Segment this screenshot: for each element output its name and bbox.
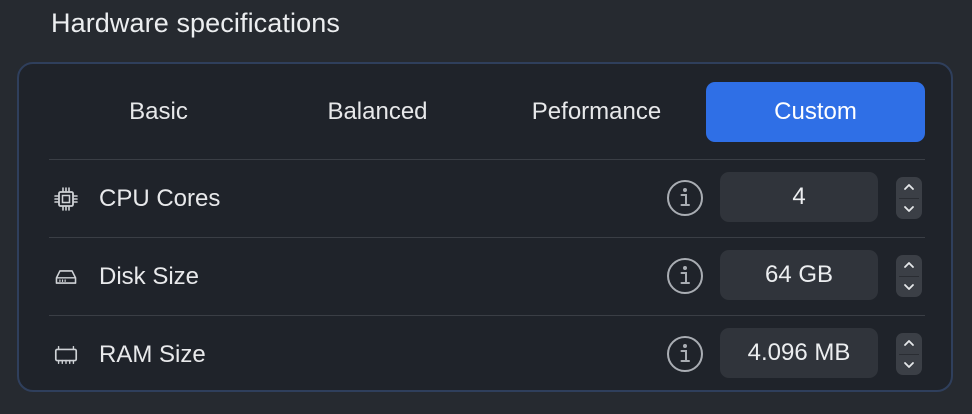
disk-size-decrement-button[interactable] [896, 277, 922, 298]
ram-size-decrement-button[interactable] [896, 355, 922, 376]
chevron-down-icon [904, 283, 914, 290]
ram-size-increment-button[interactable] [896, 333, 922, 354]
disk-icon [53, 264, 79, 290]
cpu-cores-increment-button[interactable] [896, 177, 922, 198]
preset-segmented-control: Basic Balanced Peformance Custom [49, 82, 925, 142]
chevron-down-icon [904, 361, 914, 368]
ram-size-row: RAM Size 4.096 MB [49, 315, 925, 393]
chevron-up-icon [904, 340, 914, 347]
ram-size-field[interactable]: 4.096 MB [720, 328, 878, 378]
memory-icon [53, 342, 79, 368]
disk-size-row: Disk Size 64 GB [49, 237, 925, 315]
cpu-cores-field[interactable]: 4 [720, 172, 878, 222]
disk-size-increment-button[interactable] [896, 255, 922, 276]
hardware-panel: Basic Balanced Peformance Custom CPU Cor… [17, 62, 953, 392]
section-title: Hardware specifications [51, 8, 340, 38]
preset-basic-button[interactable]: Basic [49, 82, 268, 142]
cpu-cores-label: CPU Cores [99, 184, 221, 212]
chevron-up-icon [904, 184, 914, 191]
disk-size-stepper [896, 255, 922, 297]
disk-info-icon[interactable] [665, 256, 705, 296]
chevron-down-icon [904, 205, 914, 212]
disk-size-field[interactable]: 64 GB [720, 250, 878, 300]
ram-size-label: RAM Size [99, 340, 206, 368]
ram-size-stepper [896, 333, 922, 375]
cpu-cores-row: CPU Cores 4 [49, 159, 925, 237]
cpu-info-icon[interactable] [665, 178, 705, 218]
cpu-icon [53, 186, 79, 212]
hardware-settings-page: Hardware specifications Basic Balanced P… [0, 0, 972, 414]
disk-size-label: Disk Size [99, 262, 200, 290]
ram-info-icon[interactable] [665, 334, 705, 374]
preset-performance-button[interactable]: Peformance [487, 82, 706, 142]
chevron-up-icon [904, 262, 914, 269]
preset-balanced-button[interactable]: Balanced [268, 82, 487, 142]
preset-custom-button[interactable]: Custom [706, 82, 925, 142]
cpu-cores-decrement-button[interactable] [896, 199, 922, 220]
cpu-cores-stepper [896, 177, 922, 219]
